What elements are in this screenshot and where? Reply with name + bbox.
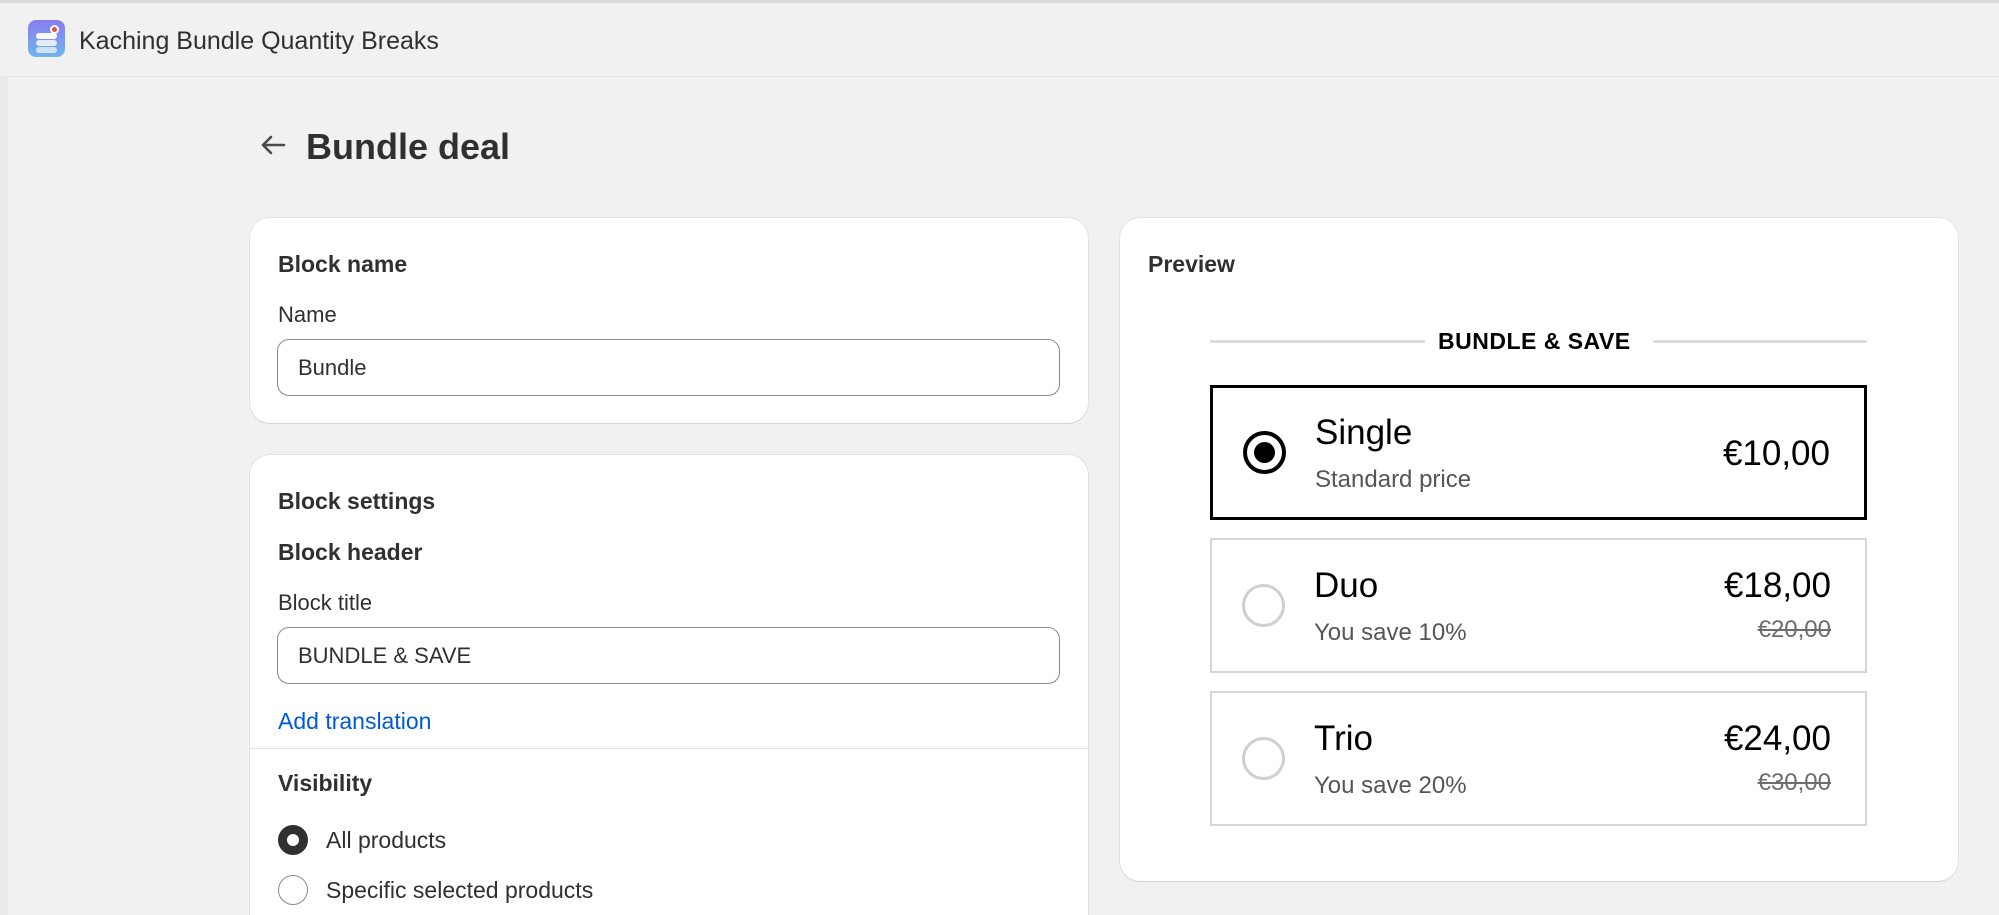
block-name-heading: Block name <box>278 251 408 277</box>
offer-compare-price: €30,00 <box>1757 769 1831 796</box>
offer-price: €18,00 <box>1723 566 1831 605</box>
radio-icon[interactable] <box>278 875 308 905</box>
block-settings-heading: Block settings <box>278 488 436 514</box>
left-edge <box>0 77 8 915</box>
app-name: Kaching Bundle Quantity Breaks <box>79 27 439 55</box>
offer-title: Single <box>1315 413 1413 452</box>
add-translation-link[interactable]: Add translation <box>278 708 431 735</box>
offer-subtitle: You save 20% <box>1314 772 1467 799</box>
settings-divider <box>250 748 1088 749</box>
back-button[interactable] <box>256 128 290 162</box>
name-label: Name <box>278 302 337 327</box>
block-title-input[interactable] <box>277 627 1060 684</box>
offer-price: €24,00 <box>1723 719 1831 758</box>
offer-title: Trio <box>1314 719 1373 758</box>
offer-radio-icon[interactable] <box>1242 737 1285 780</box>
offer-price: €10,00 <box>1722 434 1830 473</box>
visibility-option-label: Specific selected products <box>326 876 594 903</box>
offer-single[interactable]: Single Standard price €10,00 <box>1210 385 1867 520</box>
visibility-option-specific-products[interactable]: Specific selected products <box>278 875 593 905</box>
visibility-heading: Visibility <box>278 770 373 796</box>
visibility-option-all-products[interactable]: All products <box>278 825 446 855</box>
app-topbar: Kaching Bundle Quantity Breaks <box>0 0 1999 77</box>
offer-subtitle: Standard price <box>1315 466 1472 493</box>
offer-subtitle: You save 10% <box>1314 619 1467 646</box>
name-input[interactable] <box>277 339 1060 396</box>
block-title-label: Block title <box>278 590 373 615</box>
app-logo-icon <box>28 20 65 57</box>
preview-block-title: BUNDLE & SAVE <box>1438 328 1631 354</box>
offer-duo[interactable]: Duo You save 10% €18,00 €20,00 <box>1210 538 1867 673</box>
offer-title: Duo <box>1314 566 1379 605</box>
preview-title-line-left <box>1210 340 1425 343</box>
offer-trio[interactable]: Trio You save 20% €24,00 €30,00 <box>1210 691 1867 826</box>
preview-heading: Preview <box>1148 251 1235 277</box>
offer-compare-price: €20,00 <box>1757 616 1831 643</box>
offer-radio-icon[interactable] <box>1243 431 1286 474</box>
radio-icon[interactable] <box>278 825 308 855</box>
page-title: Bundle deal <box>306 126 511 167</box>
arrow-left-icon <box>261 135 286 155</box>
preview-title-line-right <box>1653 340 1867 343</box>
offer-radio-icon[interactable] <box>1242 584 1285 627</box>
visibility-option-label: All products <box>326 826 447 853</box>
block-header-heading: Block header <box>278 539 423 565</box>
